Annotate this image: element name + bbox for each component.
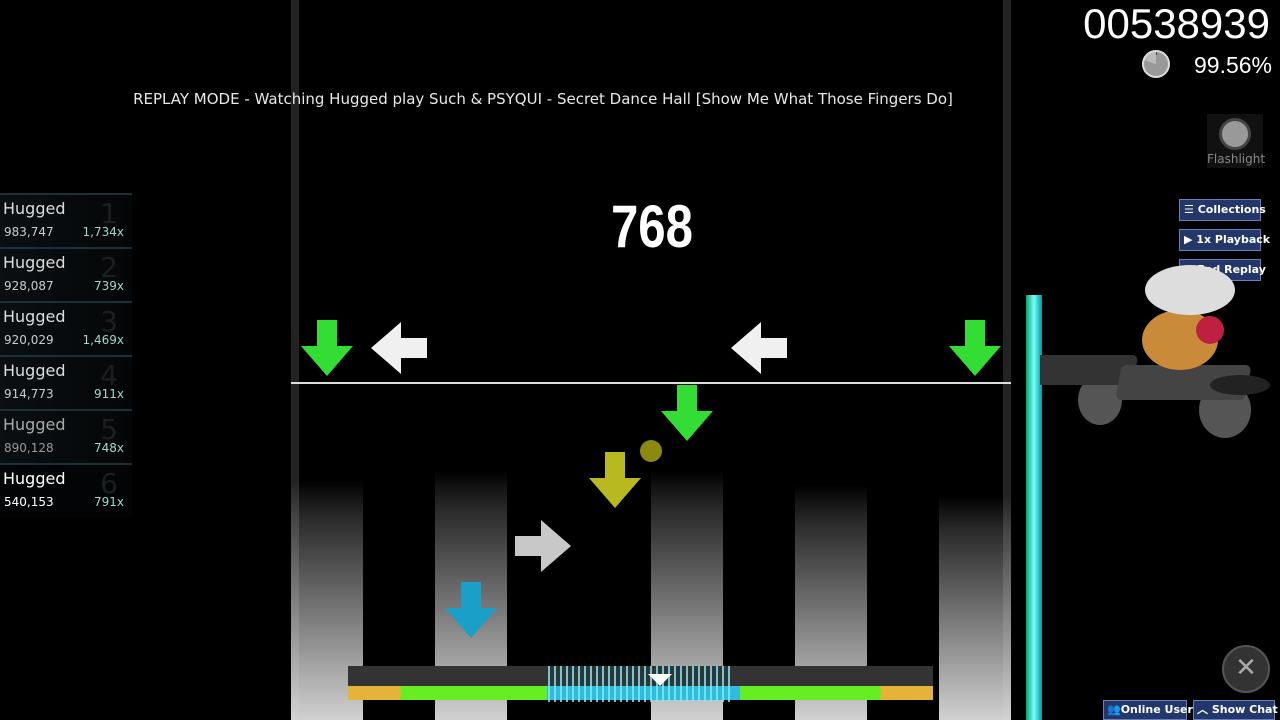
entry-score: 890,128 <box>4 441 54 455</box>
leaderboard-entry: 5 Hugged 890,128 748x <box>0 409 132 463</box>
button-label: Collections <box>1197 203 1266 216</box>
score: 00538939 <box>1083 0 1270 47</box>
leaderboard-entry-current: 6 Hugged 540,153 791x <box>0 463 132 517</box>
leaderboard-entry: 4 Hugged 914,773 911x <box>0 355 132 409</box>
entry-combo: 1,469x <box>82 333 124 347</box>
entry-combo: 748x <box>93 441 124 455</box>
entry-score: 920,029 <box>4 333 54 347</box>
player-name: Hugged <box>3 307 66 326</box>
note-down-arrow <box>445 582 497 638</box>
button-label: 1x Playback <box>1196 233 1271 246</box>
playback-speed-button[interactable]: ▶ 1x Playback <box>1179 229 1270 251</box>
note-left-arrow <box>371 322 427 374</box>
entry-score: 928,087 <box>4 279 54 293</box>
mod-flashlight: Flashlight <box>1207 114 1266 168</box>
button-label: Online Users <box>1120 703 1200 716</box>
entry-score: 540,153 <box>4 495 54 509</box>
note-right-arrow <box>515 520 571 572</box>
leaderboard-entry: 2 Hugged 928,087 739x <box>0 247 132 301</box>
player-name: Hugged <box>3 199 66 218</box>
progress-pie-icon <box>1142 50 1170 78</box>
player-name: Hugged <box>3 469 66 488</box>
note-down-arrow <box>949 320 1001 376</box>
play-icon: ▶ <box>1184 233 1197 246</box>
note-dot <box>640 440 662 462</box>
hit-error-marker-icon <box>648 674 672 686</box>
note-down-arrow <box>301 320 353 376</box>
note-down-arrow <box>589 452 641 508</box>
accuracy: 99.56% <box>1193 52 1272 78</box>
button-label: Show Chat <box>1211 703 1278 716</box>
dj-mascot-image <box>1040 265 1270 438</box>
leaderboard-entry: 3 Hugged 920,029 1,469x <box>0 301 132 355</box>
mod-label: Flashlight <box>1207 152 1266 166</box>
list-icon: ☰ <box>1184 203 1198 216</box>
hit-error-bar <box>348 666 933 702</box>
entry-score: 914,773 <box>4 387 54 401</box>
entry-combo: 739x <box>93 279 124 293</box>
player-name: Hugged <box>3 361 66 380</box>
replay-banner: REPLAY MODE - Watching Hugged play Such … <box>133 90 953 108</box>
users-icon: 👥 <box>1107 703 1121 716</box>
osu-direct-button[interactable]: ✕ <box>1222 645 1270 693</box>
entry-combo: 791x <box>93 495 124 509</box>
entry-combo: 911x <box>93 387 124 401</box>
flashlight-mod-icon <box>1219 118 1251 150</box>
entry-score: 983,747 <box>4 225 54 239</box>
online-users-button[interactable]: 👥Online Users <box>1103 700 1199 720</box>
player-name: Hugged <box>3 253 66 272</box>
collections-button[interactable]: ☰ Collections <box>1179 199 1266 221</box>
player-name: Hugged <box>3 415 66 434</box>
combo-counter: 768 <box>610 193 694 260</box>
show-chat-button[interactable]: ︿ Show Chat <box>1193 700 1278 720</box>
note-left-arrow <box>731 322 787 374</box>
entry-combo: 1,734x <box>82 225 124 239</box>
chevron-up-icon: ︿ <box>1197 703 1212 716</box>
leaderboard-entry: 1 Hugged 983,747 1,734x <box>0 193 132 247</box>
note-down-arrow <box>661 385 713 441</box>
